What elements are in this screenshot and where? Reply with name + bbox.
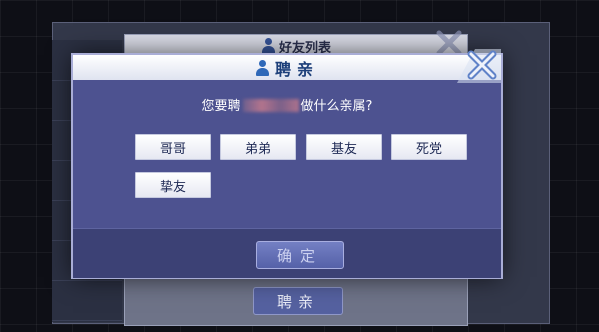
user-icon (261, 38, 275, 54)
option-button-didi[interactable]: 弟弟 (220, 134, 296, 160)
friend-list-header: 好友列表 (125, 35, 467, 57)
option-button-zhiyou[interactable]: 挚友 (135, 172, 211, 198)
dialog-footer: 确定 (73, 228, 501, 278)
confirm-button[interactable]: 确定 (256, 241, 344, 269)
dialog-header: 聘亲 (73, 55, 501, 80)
dialog-question: 您要聘 做什么亲属? (73, 95, 501, 114)
redacted-name (242, 99, 299, 112)
question-suffix: 做什么亲属? (300, 99, 373, 114)
dialog-title: 聘亲 (274, 59, 319, 79)
hire-relative-dialog: 聘亲 您要聘 做什么亲属? 哥哥 弟弟 基友 死党 挚友 确定 (73, 49, 501, 278)
hire-relative-button[interactable]: 聘亲 (253, 287, 343, 315)
friend-list-title: 好友列表 (278, 40, 331, 56)
sidebar-row (52, 288, 122, 321)
option-button-jiyou[interactable]: 基友 (306, 134, 382, 160)
close-icon[interactable] (457, 49, 501, 83)
question-prefix: 您要聘 (201, 99, 241, 114)
option-button-gege[interactable]: 哥哥 (135, 134, 211, 160)
option-button-sidang[interactable]: 死党 (391, 134, 467, 160)
user-icon (255, 59, 269, 76)
